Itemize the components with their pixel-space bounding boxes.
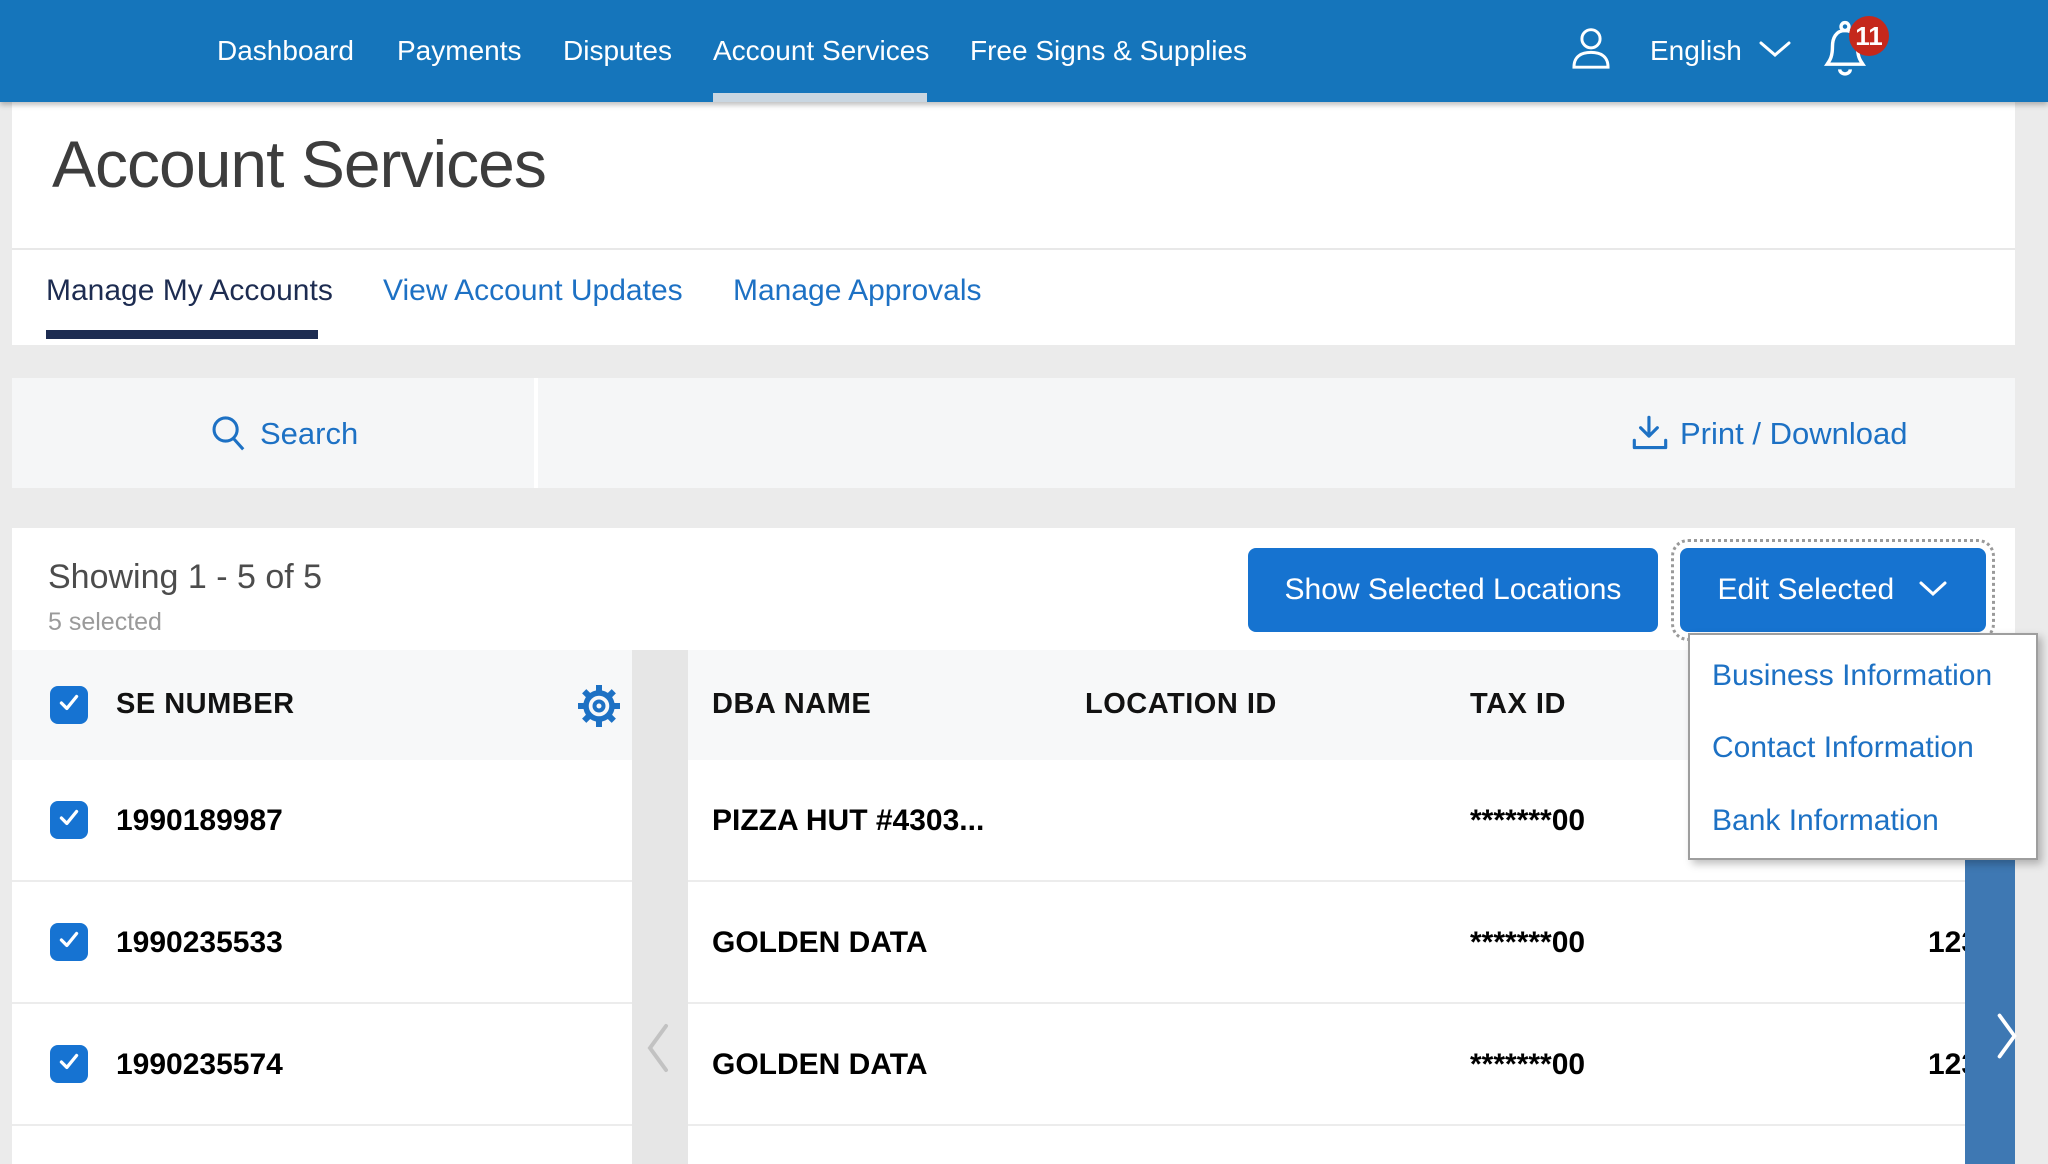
- check-icon: [56, 927, 82, 958]
- edit-selected-label: Edit Selected: [1717, 573, 1894, 606]
- edit-selected-menu: Business Information Contact Information…: [1688, 633, 2038, 860]
- language-selector[interactable]: English: [1650, 0, 1742, 102]
- table-row: GOLDEN DATA *******00 123: [688, 882, 2015, 1004]
- column-divider-gap: [632, 650, 688, 1164]
- language-label: English: [1650, 35, 1742, 66]
- chevron-down-icon: [1908, 573, 1948, 606]
- check-icon: [56, 1049, 82, 1080]
- account-services-page: Dashboard Payments Disputes Account Serv…: [0, 0, 2048, 1164]
- gear-icon[interactable]: [575, 682, 623, 735]
- menu-item-contact-information[interactable]: Contact Information: [1712, 731, 1974, 765]
- tab-manage-approvals[interactable]: Manage Approvals: [733, 274, 982, 308]
- table-row: GOLDEN DATA *******00 123: [688, 1004, 2015, 1126]
- dba-name-value: PIZZA HUT #4303...: [712, 804, 984, 838]
- dba-name-value: GOLDEN DATA: [712, 1048, 928, 1082]
- search-label: Search: [260, 416, 358, 452]
- row-checkbox[interactable]: [50, 801, 88, 839]
- table-row-partial: [688, 1126, 2015, 1158]
- selected-count: 5 selected: [48, 608, 162, 637]
- chevron-down-icon: [1755, 37, 1795, 66]
- user-icon: [1568, 24, 1614, 79]
- table-row: 1990189987: [12, 760, 632, 882]
- nav-item-payments[interactable]: Payments: [397, 0, 522, 102]
- tax-id-header: TAX ID: [1470, 688, 1566, 721]
- chevron-left-icon[interactable]: [640, 1018, 676, 1083]
- download-icon: [1627, 411, 1673, 462]
- header-divider: [12, 248, 2015, 250]
- menu-item-bank-information[interactable]: Bank Information: [1712, 804, 1939, 838]
- menu-item-business-information[interactable]: Business Information: [1712, 659, 1992, 693]
- se-number-value: 1990235574: [116, 1048, 283, 1082]
- edit-selected-button[interactable]: Edit Selected: [1680, 548, 1986, 632]
- nav-item-free-signs-supplies[interactable]: Free Signs & Supplies: [970, 0, 1247, 102]
- check-icon: [56, 805, 82, 836]
- se-number-header: SE NUMBER: [116, 688, 295, 721]
- notification-badge: 11: [1849, 16, 1889, 56]
- select-all-checkbox[interactable]: [50, 686, 88, 724]
- toolbar-divider: [534, 378, 538, 488]
- se-number-value: 1990189987: [116, 804, 283, 838]
- nav-item-dashboard[interactable]: Dashboard: [217, 0, 354, 102]
- table-row-partial: [12, 1126, 632, 1158]
- tab-view-account-updates[interactable]: View Account Updates: [383, 274, 683, 308]
- dba-name-value: GOLDEN DATA: [712, 926, 928, 960]
- top-navbar: Dashboard Payments Disputes Account Serv…: [0, 0, 2048, 102]
- user-profile-button[interactable]: [1568, 0, 1614, 102]
- table-row: 1990235533: [12, 882, 632, 1004]
- tax-id-value: *******00: [1470, 804, 1585, 838]
- active-nav-underline: [713, 93, 927, 102]
- page-title: Account Services: [52, 126, 546, 202]
- se-number-column: SE NUMBER: [12, 650, 632, 1164]
- table-row: 1990235574: [12, 1004, 632, 1126]
- tax-id-value: *******00: [1470, 1048, 1585, 1082]
- page-header: Account Services Manage My Accounts View…: [12, 102, 2015, 345]
- dba-name-header: DBA NAME: [712, 688, 871, 721]
- tax-id-value: *******00: [1470, 926, 1585, 960]
- language-chevron[interactable]: [1755, 0, 1795, 102]
- se-number-value: 1990235533: [116, 926, 283, 960]
- table-toolbar: Search Print / Download: [12, 378, 2015, 488]
- location-id-header: LOCATION ID: [1085, 688, 1277, 721]
- show-selected-locations-button[interactable]: Show Selected Locations: [1248, 548, 1658, 632]
- nav-item-disputes[interactable]: Disputes: [563, 0, 672, 102]
- tab-manage-my-accounts[interactable]: Manage My Accounts: [46, 274, 333, 308]
- showing-count: Showing 1 - 5 of 5: [48, 558, 322, 597]
- row-checkbox[interactable]: [50, 923, 88, 961]
- nav-item-account-services[interactable]: Account Services: [713, 0, 929, 102]
- print-download-label: Print / Download: [1680, 416, 1907, 452]
- search-icon: [208, 413, 252, 462]
- active-tab-underline: [46, 330, 318, 339]
- scroll-right-button[interactable]: [1965, 856, 2015, 1164]
- check-icon: [56, 690, 82, 721]
- row-checkbox[interactable]: [50, 1045, 88, 1083]
- se-number-header-row: SE NUMBER: [12, 650, 632, 760]
